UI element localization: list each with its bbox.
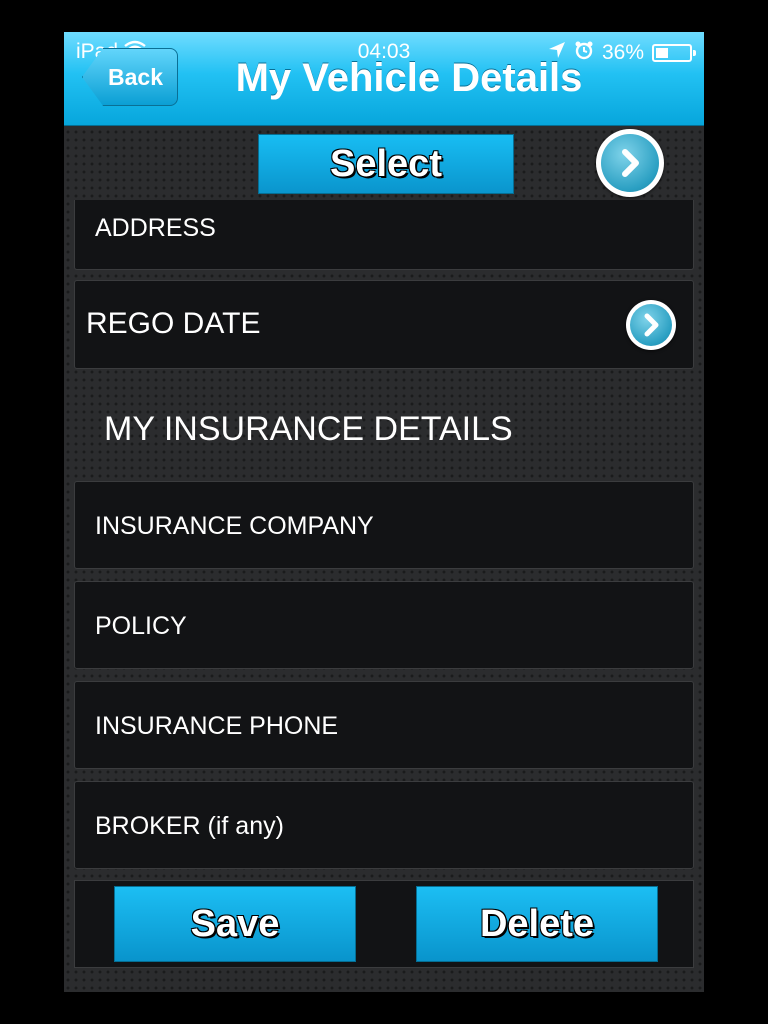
app-screen: iPad 04:03 36% Back My Vehicle Details S… — [64, 32, 704, 992]
address-field[interactable]: ADDRESS — [74, 200, 694, 270]
chevron-right-icon — [601, 134, 659, 192]
broker-field[interactable]: BROKER (if any) — [74, 781, 694, 869]
address-label: ADDRESS — [95, 214, 216, 242]
insurance-section-title: MY INSURANCE DETAILS — [104, 410, 513, 448]
delete-button[interactable]: Delete — [416, 886, 658, 962]
page-title: My Vehicle Details — [235, 56, 583, 100]
navigation-bar: iPad 04:03 36% Back My Vehicle Details — [64, 32, 704, 126]
rego-date-field[interactable]: REGO DATE — [74, 280, 694, 369]
select-button-label: Select — [330, 142, 442, 185]
insurance-phone-field[interactable]: INSURANCE PHONE — [74, 681, 694, 769]
save-button[interactable]: Save — [114, 886, 356, 962]
broker-label: BROKER (if any) — [95, 812, 284, 840]
policy-field[interactable]: POLICY — [74, 581, 694, 669]
rego-date-arrow-button[interactable] — [626, 300, 676, 350]
save-button-label: Save — [190, 902, 280, 945]
select-button[interactable]: Select — [258, 134, 514, 194]
rego-date-label: REGO DATE — [86, 307, 261, 340]
chevron-right-icon — [630, 304, 672, 346]
insurance-company-label: INSURANCE COMPANY — [95, 512, 374, 540]
insurance-phone-label: INSURANCE PHONE — [95, 712, 339, 740]
delete-button-label: Delete — [479, 902, 595, 945]
policy-label: POLICY — [95, 612, 187, 640]
insurance-company-field[interactable]: INSURANCE COMPANY — [74, 481, 694, 569]
select-next-button[interactable] — [596, 129, 664, 197]
